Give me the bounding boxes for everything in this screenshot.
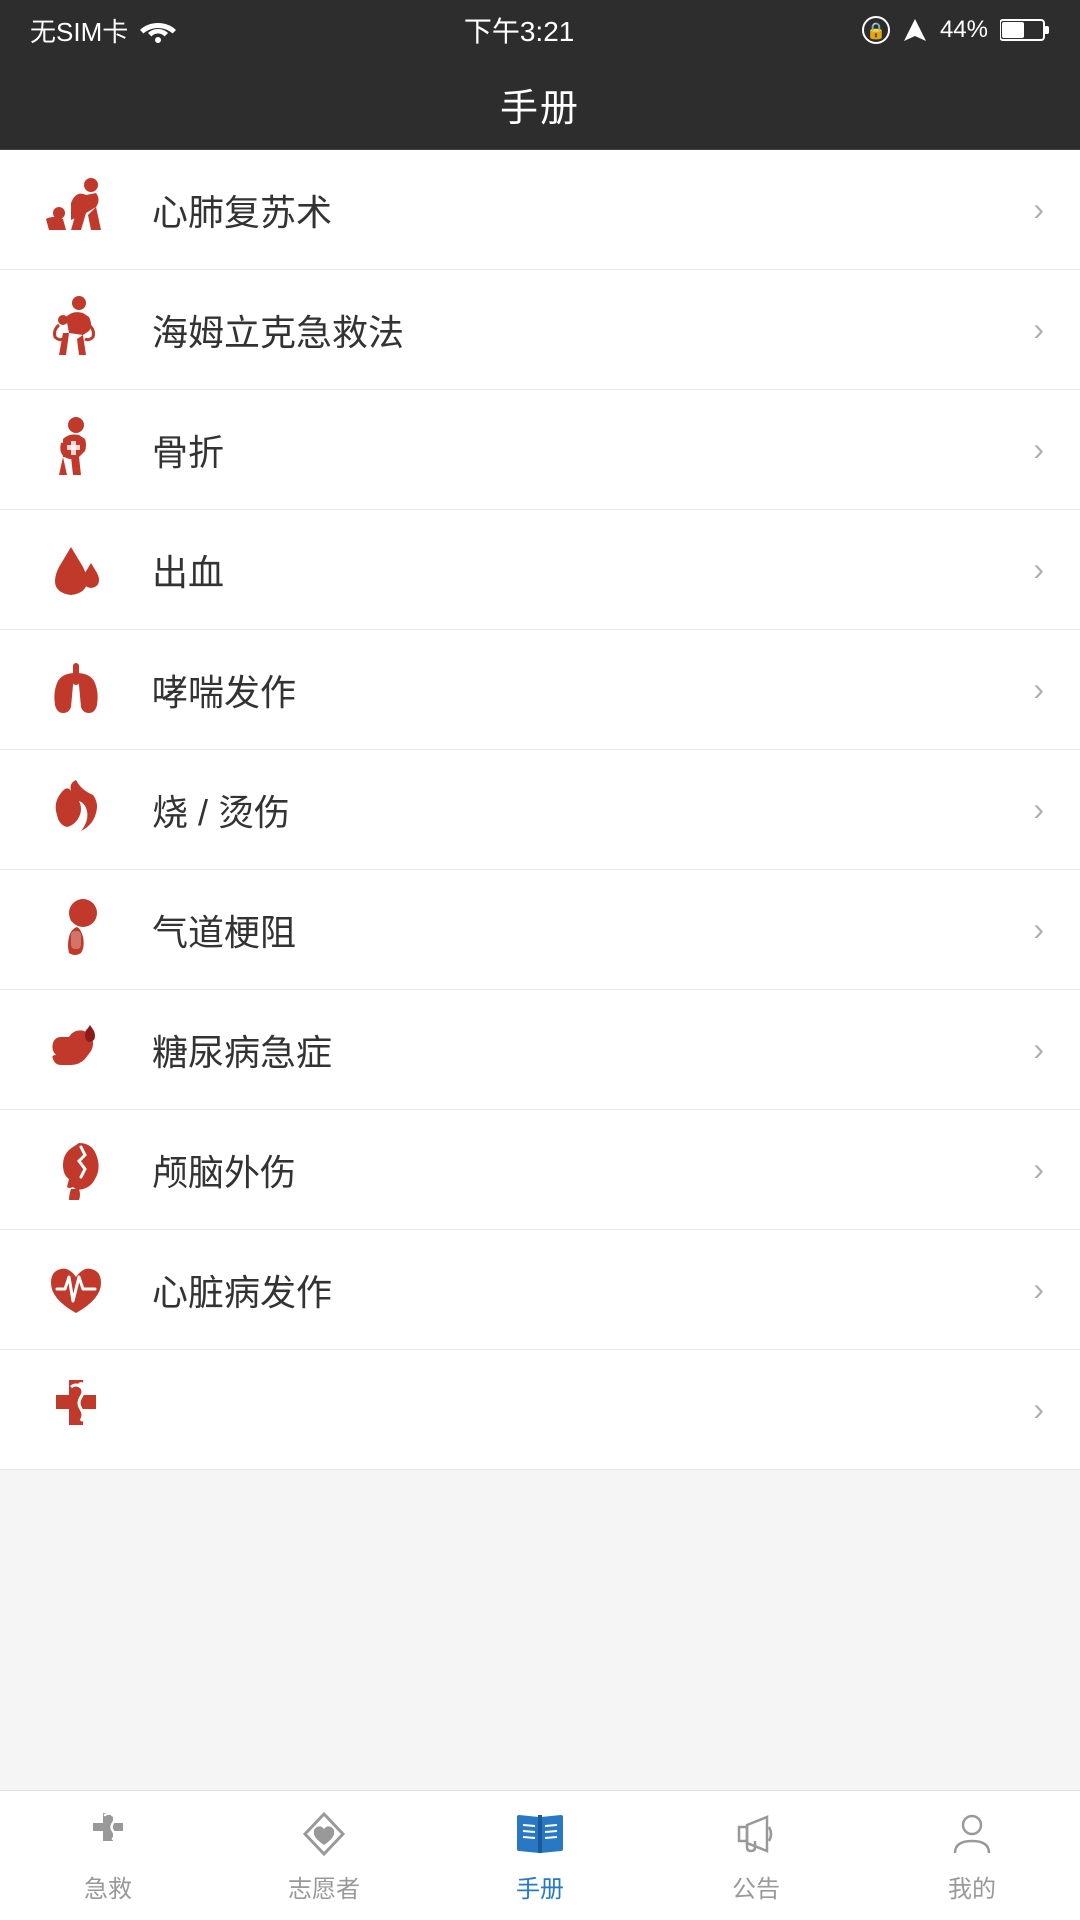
tab-volunteer-label: 志愿者 <box>288 1869 360 1904</box>
tab-manual[interactable]: 手册 <box>432 1791 648 1920</box>
status-left: 无SIM卡 <box>30 12 176 49</box>
tab-mine[interactable]: 我的 <box>864 1791 1080 1920</box>
tab-bar: 急救 志愿者 <box>0 1790 1080 1920</box>
bleeding-chevron: › <box>1033 551 1044 588</box>
tab-volunteer[interactable]: 志愿者 <box>216 1791 432 1920</box>
burn-label: 烧 / 烫伤 <box>152 784 1017 836</box>
asthma-icon <box>36 650 116 730</box>
page-title: 手册 <box>500 77 580 132</box>
heimlich-label: 海姆立克急救法 <box>152 304 1017 356</box>
asthma-label: 哮喘发作 <box>152 664 1017 716</box>
diabetes-chevron: › <box>1033 1031 1044 1068</box>
tab-announcement-icon <box>729 1807 783 1861</box>
status-bar: 无SIM卡 下午3:21 🔒 44% <box>0 0 1080 60</box>
tab-mine-icon <box>945 1807 999 1861</box>
more-icon <box>36 1370 116 1450</box>
tab-rescue[interactable]: 急救 <box>0 1791 216 1920</box>
airway-chevron: › <box>1033 911 1044 948</box>
heart-label: 心脏病发作 <box>152 1264 1017 1316</box>
heimlich-chevron: › <box>1033 311 1044 348</box>
fracture-icon <box>36 410 116 490</box>
tab-announcement-label: 公告 <box>732 1869 780 1904</box>
list-item-bleeding[interactable]: 出血 › <box>0 510 1080 630</box>
head-icon <box>36 1130 116 1210</box>
airway-icon <box>36 890 116 970</box>
wifi-icon <box>140 17 176 43</box>
list-item-more[interactable]: › <box>0 1350 1080 1470</box>
main-content: 心肺复苏术 › 海姆立克急救法 › <box>0 150 1080 1470</box>
head-chevron: › <box>1033 1151 1044 1188</box>
tab-mine-label: 我的 <box>948 1869 996 1904</box>
heimlich-icon <box>36 290 116 370</box>
burn-chevron: › <box>1033 791 1044 828</box>
diabetes-label: 糖尿病急症 <box>152 1024 1017 1076</box>
burn-icon <box>36 770 116 850</box>
heart-icon <box>36 1250 116 1330</box>
status-time: 下午3:21 <box>464 10 575 50</box>
list-item-heimlich[interactable]: 海姆立克急救法 › <box>0 270 1080 390</box>
list-item-burn[interactable]: 烧 / 烫伤 › <box>0 750 1080 870</box>
list-item-cpr[interactable]: 心肺复苏术 › <box>0 150 1080 270</box>
tab-manual-label: 手册 <box>516 1869 564 1904</box>
tab-announcement[interactable]: 公告 <box>648 1791 864 1920</box>
bleeding-icon <box>36 530 116 610</box>
cpr-chevron: › <box>1033 191 1044 228</box>
diabetes-icon <box>36 1010 116 1090</box>
list-item-airway[interactable]: 气道梗阻 › <box>0 870 1080 990</box>
battery-percent: 44% <box>940 16 988 44</box>
bleeding-label: 出血 <box>152 544 1017 596</box>
asthma-chevron: › <box>1033 671 1044 708</box>
nav-bar: 手册 <box>0 60 1080 150</box>
airway-label: 气道梗阻 <box>152 904 1017 956</box>
fracture-chevron: › <box>1033 431 1044 468</box>
cpr-icon <box>36 170 116 250</box>
fracture-label: 骨折 <box>152 424 1017 476</box>
list-item-asthma[interactable]: 哮喘发作 › <box>0 630 1080 750</box>
tab-rescue-icon <box>81 1807 135 1861</box>
tab-manual-icon <box>513 1807 567 1861</box>
head-label: 颅脑外伤 <box>152 1144 1017 1196</box>
lock-icon: 🔒 <box>862 16 890 44</box>
heart-chevron: › <box>1033 1271 1044 1308</box>
tab-rescue-label: 急救 <box>84 1869 132 1904</box>
list-item-fracture[interactable]: 骨折 › <box>0 390 1080 510</box>
cpr-label: 心肺复苏术 <box>152 184 1017 236</box>
location-icon <box>902 17 928 43</box>
list-item-heart[interactable]: 心脏病发作 › <box>0 1230 1080 1350</box>
more-chevron: › <box>1033 1391 1044 1428</box>
sim-status: 无SIM卡 <box>30 12 128 49</box>
list-item-diabetes[interactable]: 糖尿病急症 › <box>0 990 1080 1110</box>
list-item-head[interactable]: 颅脑外伤 › <box>0 1110 1080 1230</box>
svg-text:🔒: 🔒 <box>866 22 886 40</box>
status-right: 🔒 44% <box>862 16 1050 44</box>
tab-volunteer-icon <box>297 1807 351 1861</box>
battery-icon <box>1000 17 1050 43</box>
